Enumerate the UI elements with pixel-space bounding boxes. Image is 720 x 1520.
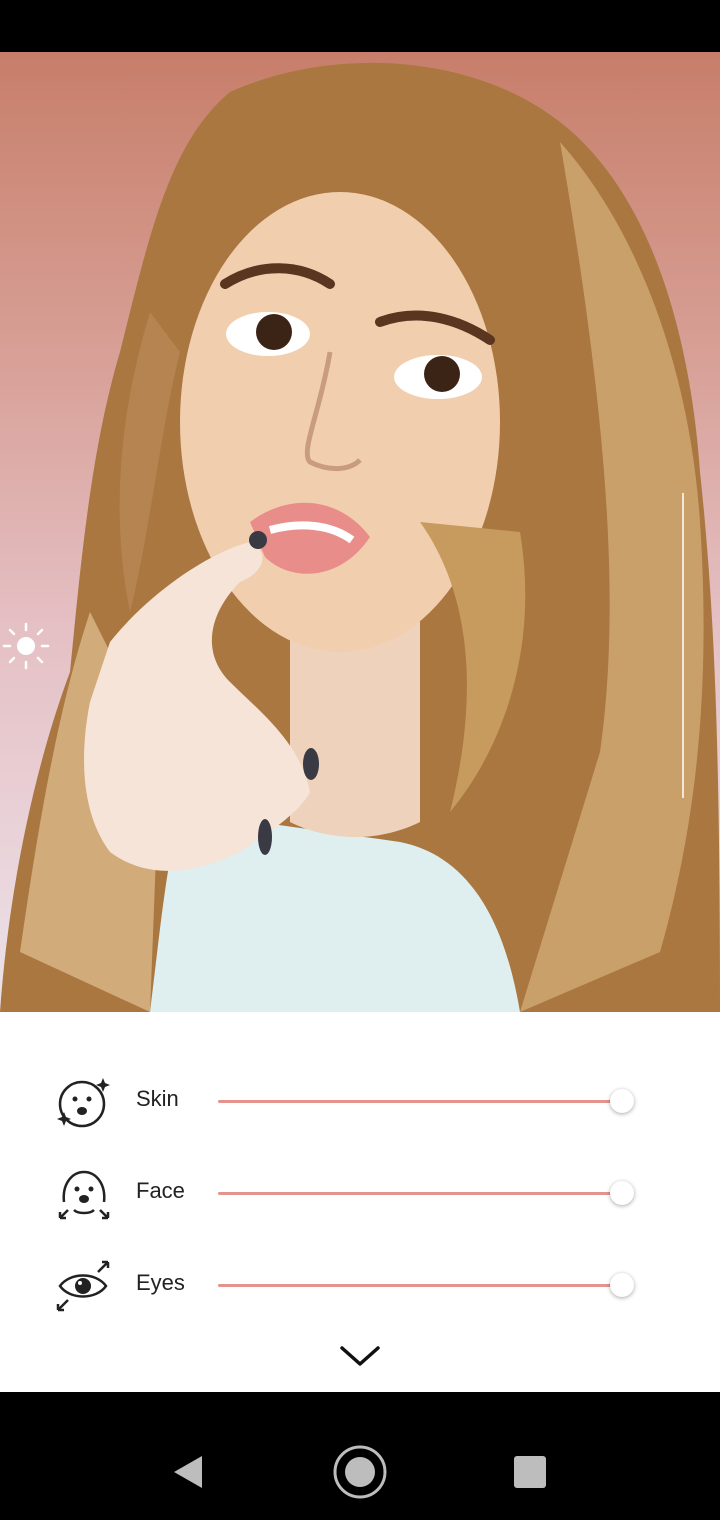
face-label: Face: [136, 1178, 185, 1203]
eyes-slider-track[interactable]: [218, 1284, 622, 1287]
status-bar: [0, 0, 720, 52]
recents-square-icon[interactable]: [514, 1456, 546, 1488]
home-circle-icon[interactable]: [332, 1444, 388, 1500]
chevron-down-icon[interactable]: [334, 1338, 386, 1374]
eye-enlarge-icon: [56, 1260, 110, 1312]
skin-slider-handle[interactable]: [610, 1089, 634, 1113]
skin-label: Skin: [136, 1086, 179, 1111]
sun-icon[interactable]: [0, 620, 52, 672]
skin-slider-track[interactable]: [218, 1100, 622, 1103]
eyes-control-row: Eyes: [0, 1254, 720, 1314]
face-slider-track[interactable]: [218, 1192, 622, 1195]
skin-control-row: Skin: [0, 1070, 720, 1130]
face-slim-icon: [58, 1170, 110, 1220]
face-slider-handle[interactable]: [610, 1181, 634, 1205]
selfie-photo: [0, 62, 720, 1012]
camera-preview[interactable]: [0, 52, 720, 1012]
exposure-slider-track[interactable]: [682, 493, 684, 798]
beauty-controls-panel: Skin Face Eyes: [0, 1012, 720, 1392]
eyes-label: Eyes: [136, 1270, 185, 1295]
skin-smoothing-face-icon: [57, 1078, 110, 1128]
eyes-slider-handle[interactable]: [610, 1273, 634, 1297]
face-control-row: Face: [0, 1162, 720, 1222]
back-triangle-icon[interactable]: [172, 1454, 206, 1490]
